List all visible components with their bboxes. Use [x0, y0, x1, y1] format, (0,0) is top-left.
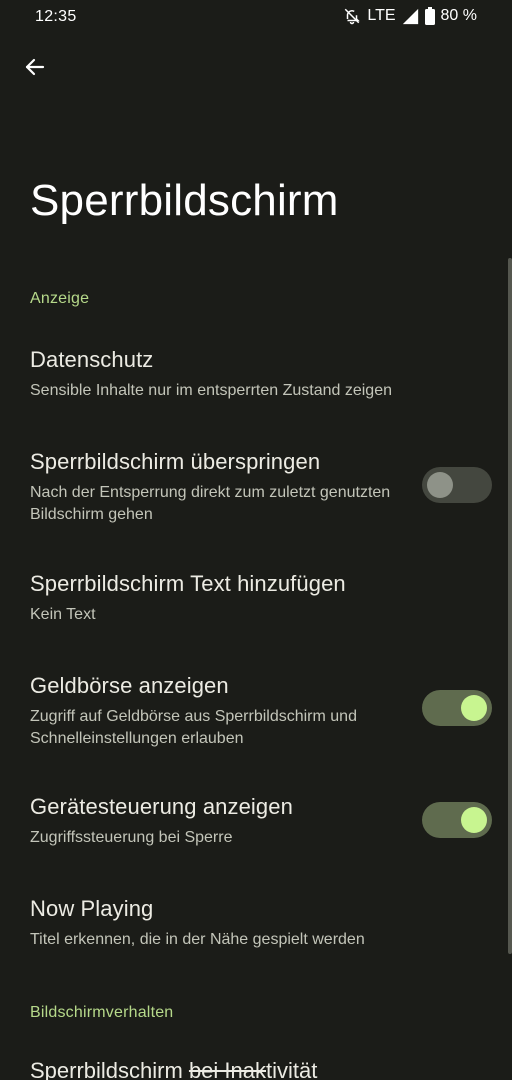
setting-lockscreen-text[interactable]: Sperrbildschirm Text hinzufügen Kein Tex…: [30, 570, 492, 626]
skip-lockscreen-toggle[interactable]: [422, 467, 492, 503]
setting-title-part: Sperrbildschirm: [30, 1058, 189, 1080]
bell-off-icon: [343, 7, 361, 25]
setting-title: Sperrbildschirm überspringen: [30, 449, 321, 474]
signal-icon: [402, 8, 419, 25]
page-title: Sperrbildschirm: [30, 176, 339, 225]
toggle-thumb: [461, 695, 487, 721]
scrollbar[interactable]: [508, 258, 512, 954]
show-wallet-toggle[interactable]: [422, 690, 492, 726]
setting-summary: Sensible Inhalte nur im entsperrten Zust…: [30, 382, 392, 399]
setting-title-part-struck: bei Inak: [188, 1058, 266, 1080]
setting-summary: Titel erkennen, die in der Nähe gespielt…: [30, 931, 365, 948]
toggle-thumb: [461, 807, 487, 833]
setting-title: Now Playing: [30, 896, 154, 921]
network-type: LTE: [367, 7, 396, 24]
device-controls-toggle[interactable]: [422, 802, 492, 838]
arrow-left-icon: [23, 55, 47, 84]
settings-screen: 12:35 LTE 80 % Sperrbildschirm Anzeige D…: [0, 0, 512, 1080]
setting-privacy[interactable]: Datenschutz Sensible Inhalte nur im ents…: [30, 346, 492, 402]
status-bar: 12:35 LTE 80 %: [0, 0, 512, 36]
status-time: 12:35: [35, 8, 77, 25]
setting-title-part-end: tivität: [266, 1058, 318, 1080]
battery-icon: [424, 7, 435, 25]
toggle-thumb: [427, 472, 453, 498]
setting-summary: Zugriffssteuerung bei Sperre: [30, 829, 233, 846]
setting-title: Datenschutz: [30, 347, 154, 372]
setting-summary: Nach der Entsperrung direkt zum zuletzt …: [30, 484, 391, 523]
setting-now-playing[interactable]: Now Playing Titel erkennen, die in der N…: [30, 895, 492, 951]
status-icons: LTE 80 %: [343, 7, 477, 25]
section-header-display: Anzeige: [30, 290, 90, 307]
section-header-behavior: Bildschirmverhalten: [30, 1004, 174, 1021]
setting-lock-after-timeout[interactable]: Sperrbildschirm bei Inaktivität: [30, 1058, 317, 1080]
battery-level: 80 %: [440, 7, 477, 24]
setting-title: Sperrbildschirm Text hinzufügen: [30, 571, 346, 596]
setting-title: Geldbörse anzeigen: [30, 673, 229, 698]
setting-summary: Kein Text: [30, 606, 96, 623]
setting-summary: Zugriff auf Geldbörse aus Sperrbildschir…: [30, 708, 357, 747]
back-button[interactable]: [14, 48, 56, 90]
